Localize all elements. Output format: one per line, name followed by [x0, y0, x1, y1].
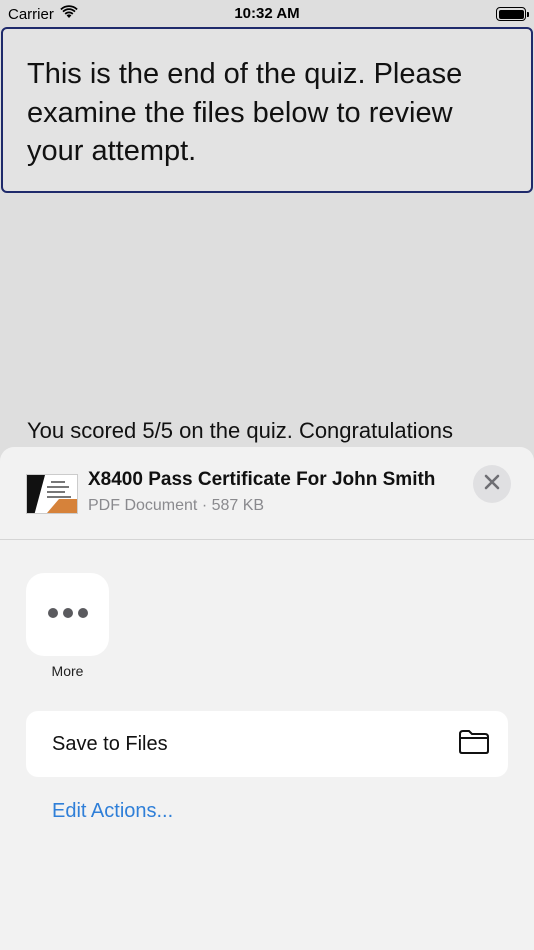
thumbnail-line: [47, 491, 65, 493]
edit-actions-link[interactable]: Edit Actions...: [52, 800, 173, 823]
save-to-files-button[interactable]: Save to Files: [26, 711, 508, 777]
file-meta: PDF Document · 587 KB: [88, 497, 265, 514]
thumbnail-orange-band: [47, 499, 77, 513]
quiz-end-message: This is the end of the quiz. Please exam…: [27, 58, 463, 167]
thumbnail-line: [47, 496, 71, 498]
battery-icon: [496, 7, 529, 21]
thumbnail-line: [51, 481, 65, 483]
close-icon: [484, 474, 500, 495]
status-time: 10:32 AM: [234, 5, 300, 22]
battery-fill: [498, 9, 524, 19]
quiz-end-banner: This is the end of the quiz. Please exam…: [1, 27, 533, 193]
ellipsis-icon: [47, 606, 89, 624]
status-bar: Carrier 10:32 AM: [0, 0, 534, 28]
screen: Carrier 10:32 AM This is the end of the …: [0, 0, 534, 950]
close-button[interactable]: [473, 465, 511, 503]
share-sheet-header: X8400 Pass Certificate For John Smith PD…: [0, 447, 534, 540]
save-to-files-label: Save to Files: [52, 732, 168, 755]
thumbnail-dark-band: [27, 475, 45, 513]
thumbnail-line: [47, 486, 69, 488]
carrier-label: Carrier: [8, 5, 54, 23]
share-sheet: X8400 Pass Certificate For John Smith PD…: [0, 447, 534, 950]
folder-icon: [458, 729, 490, 760]
more-button[interactable]: [26, 573, 109, 656]
more-label: More: [51, 663, 84, 679]
wifi-icon: [60, 5, 78, 23]
file-name: X8400 Pass Certificate For John Smith: [88, 469, 436, 490]
status-left: Carrier: [8, 5, 78, 23]
pdf-thumbnail: [26, 474, 78, 514]
score-message: You scored 5/5 on the quiz. Congratulati…: [27, 418, 454, 443]
